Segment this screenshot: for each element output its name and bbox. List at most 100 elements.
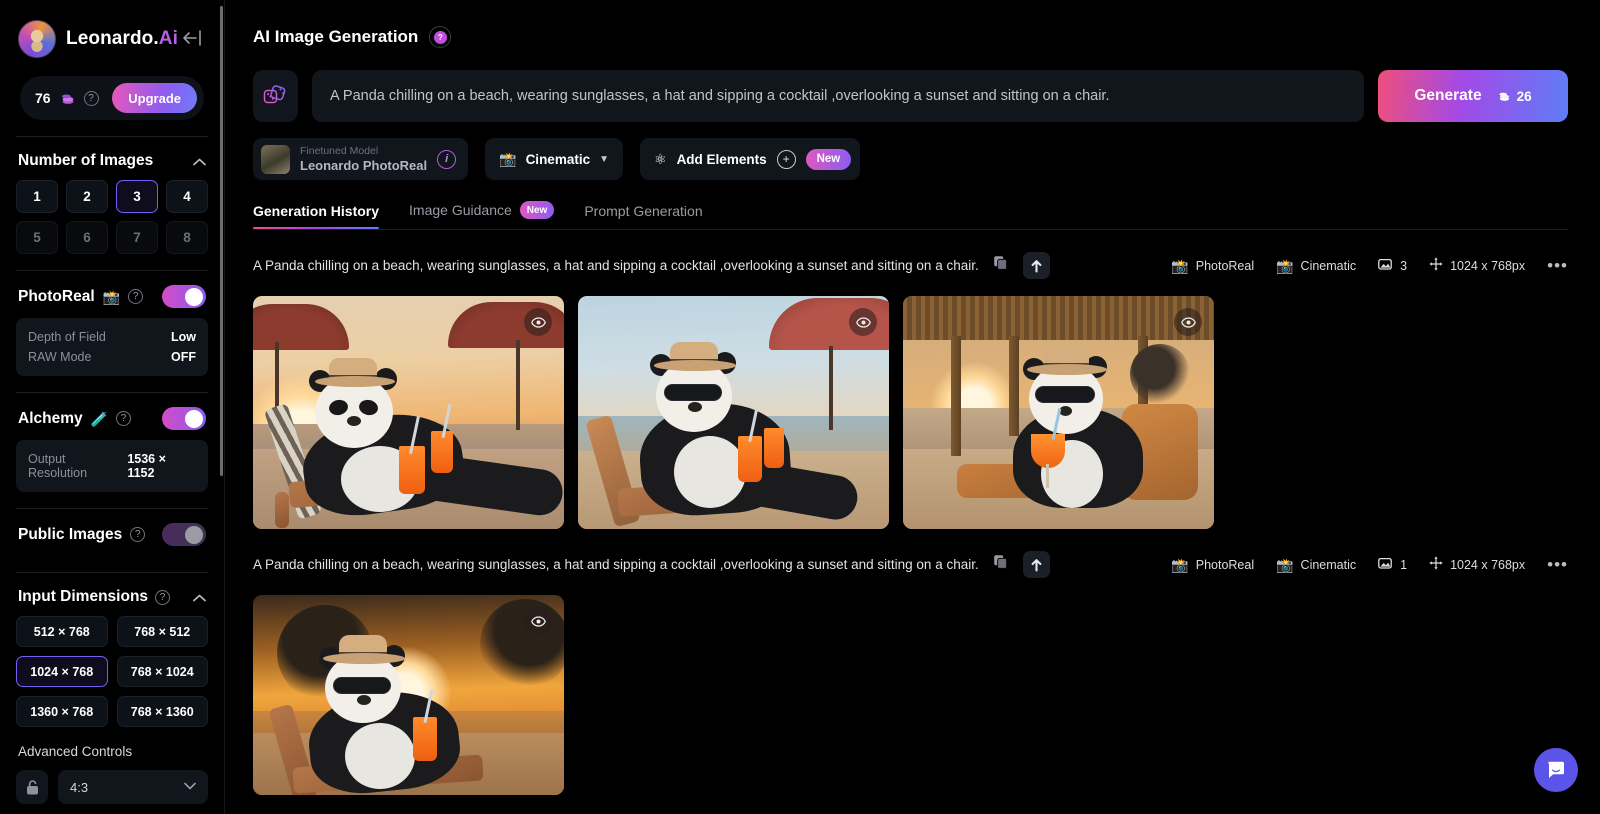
- generation-prompt: A Panda chilling on a beach, wearing sun…: [253, 557, 979, 572]
- num-images-4[interactable]: 4: [166, 180, 208, 213]
- model-name: Leonardo PhotoReal: [300, 157, 428, 173]
- photoreal-settings-card: Depth of Field Low RAW Mode OFF: [16, 318, 208, 376]
- tab-generation-history[interactable]: Generation History: [253, 203, 380, 229]
- input-dimensions-help-icon[interactable]: ?: [155, 589, 171, 605]
- generation-metadata: 📸 PhotoReal 📸 Cinematic: [1171, 556, 1568, 573]
- image-scene: [903, 296, 1214, 529]
- generation-header: A Panda chilling on a beach, wearing sun…: [253, 551, 1568, 578]
- tab-image-guidance-label: Image Guidance: [409, 202, 512, 218]
- meta-count-label: 3: [1400, 258, 1408, 273]
- prompt-input[interactable]: [312, 70, 1364, 122]
- photoreal-row: PhotoReal 📸 ?: [16, 271, 208, 318]
- tab-prompt-generation[interactable]: Prompt Generation: [584, 203, 702, 229]
- generation-more-options-icon[interactable]: •••: [1547, 257, 1568, 274]
- meta-dimensions: 1024 x 768px: [1429, 556, 1525, 573]
- num-images-6[interactable]: 6: [66, 221, 108, 254]
- dimension-1360x768[interactable]: 1360 × 768: [16, 696, 108, 727]
- view-image-icon[interactable]: [1174, 308, 1202, 336]
- credits-help-icon[interactable]: ?: [83, 90, 99, 106]
- copy-prompt-icon[interactable]: [993, 255, 1009, 276]
- page-title: AI Image Generation: [253, 27, 419, 46]
- intercom-chat-button[interactable]: [1534, 748, 1578, 792]
- view-image-icon[interactable]: [849, 308, 877, 336]
- input-dimensions-header[interactable]: Input Dimensions ?: [16, 573, 208, 616]
- dimension-512x768[interactable]: 512 × 768: [16, 616, 108, 647]
- dimension-1024x768[interactable]: 1024 × 768: [16, 656, 108, 687]
- model-info-icon[interactable]: i: [437, 149, 457, 169]
- depth-of-field-label: Depth of Field: [28, 330, 106, 344]
- collapse-sidebar-icon[interactable]: [180, 28, 204, 48]
- photoreal-camera-icon: 📸: [1171, 556, 1189, 573]
- view-image-icon[interactable]: [524, 607, 552, 635]
- dimension-768x1360[interactable]: 768 × 1360: [116, 696, 208, 727]
- image-scene: [253, 595, 564, 795]
- copy-prompt-icon[interactable]: [993, 554, 1009, 575]
- upload-image-button[interactable]: [1022, 551, 1050, 578]
- num-images-2[interactable]: 2: [66, 180, 108, 213]
- number-of-images-header[interactable]: Number of Images: [16, 137, 208, 180]
- generated-image[interactable]: [253, 296, 564, 529]
- aspect-lock-button[interactable]: [16, 770, 48, 804]
- num-images-7[interactable]: 7: [116, 221, 158, 254]
- num-images-1[interactable]: 1: [16, 180, 58, 213]
- public-images-toggle[interactable]: [162, 523, 206, 546]
- photoreal-toggle[interactable]: [162, 285, 206, 308]
- cinematic-camera-icon: 📸: [1276, 556, 1294, 573]
- aspect-ratio-select[interactable]: 4:3: [58, 770, 208, 804]
- aspect-ratio-row: 4:3: [16, 770, 208, 804]
- num-images-8[interactable]: 8: [166, 221, 208, 254]
- meta-model: 📸 PhotoReal: [1171, 259, 1254, 273]
- elements-atom-icon: ⚛: [654, 151, 667, 167]
- style-camera-icon: 📸: [499, 151, 517, 167]
- meta-style: 📸 Cinematic: [1276, 259, 1356, 273]
- dimension-768x1024[interactable]: 768 × 1024: [116, 656, 208, 687]
- raw-mode-row[interactable]: RAW Mode OFF: [28, 347, 196, 367]
- generated-image[interactable]: [903, 296, 1214, 529]
- alchemy-toggle[interactable]: [162, 407, 206, 430]
- tab-prompt-generation-label: Prompt Generation: [584, 203, 703, 219]
- num-images-5[interactable]: 5: [16, 221, 58, 254]
- leonardo-logo-icon: [18, 20, 56, 58]
- photoreal-help-icon[interactable]: ?: [128, 289, 144, 304]
- public-images-title: Public Images: [18, 525, 123, 543]
- chat-bubble-icon: [1548, 761, 1564, 778]
- sidebar: Leonardo.Ai 76 ? Upgrade Number of Image…: [0, 0, 224, 814]
- alchemy-help-icon[interactable]: ?: [116, 411, 132, 426]
- finetuned-model-selector[interactable]: Finetuned Model Leonardo PhotoReal i: [253, 138, 469, 180]
- depth-of-field-value: Low: [171, 330, 196, 344]
- plus-icon[interactable]: +: [776, 149, 796, 169]
- chevron-up-icon[interactable]: [193, 155, 206, 168]
- tab-image-guidance[interactable]: Image Guidance New: [409, 201, 555, 229]
- alchemy-row: Alchemy 🧪 ?: [16, 393, 208, 440]
- public-images-help-icon[interactable]: ?: [130, 527, 146, 542]
- model-thumbnail: [261, 144, 290, 174]
- generated-image[interactable]: [253, 595, 564, 795]
- images-count-icon: [1378, 557, 1393, 573]
- raw-mode-value: OFF: [171, 350, 196, 364]
- input-dimensions-grid: 512 × 768 768 × 512 1024 × 768 768 × 102…: [16, 616, 208, 727]
- meta-dimensions: 1024 x 768px: [1429, 257, 1525, 274]
- chevron-up-icon[interactable]: [193, 591, 206, 604]
- tab-generation-history-label: Generation History: [253, 203, 380, 219]
- image-scene: [578, 296, 889, 529]
- add-elements-button[interactable]: ⚛ Add Elements + New: [640, 138, 861, 180]
- dimension-768x512[interactable]: 768 × 512: [116, 616, 208, 647]
- number-of-images-row-2: 5 6 7 8: [16, 221, 208, 254]
- meta-count-label: 1: [1400, 557, 1408, 572]
- random-prompt-dice-icon[interactable]: [253, 70, 298, 122]
- depth-of-field-row[interactable]: Depth of Field Low: [28, 327, 196, 347]
- page-help-icon[interactable]: ?: [429, 26, 452, 48]
- generation-more-options-icon[interactable]: •••: [1547, 556, 1568, 573]
- upload-image-button[interactable]: [1022, 252, 1050, 279]
- generated-image[interactable]: [578, 296, 889, 529]
- toggle-knob: [185, 525, 203, 544]
- output-resolution-label: Output Resolution: [28, 452, 88, 480]
- brand[interactable]: Leonardo.Ai: [16, 0, 208, 62]
- view-image-icon[interactable]: [524, 308, 552, 336]
- upgrade-button[interactable]: Upgrade: [112, 83, 197, 113]
- style-selector[interactable]: 📸 Cinematic ▼: [485, 138, 623, 180]
- generate-button[interactable]: Generate 26: [1378, 70, 1568, 122]
- meta-model-label: PhotoReal: [1195, 258, 1255, 273]
- num-images-3[interactable]: 3: [116, 180, 158, 213]
- sidebar-scrollbar[interactable]: [220, 6, 223, 476]
